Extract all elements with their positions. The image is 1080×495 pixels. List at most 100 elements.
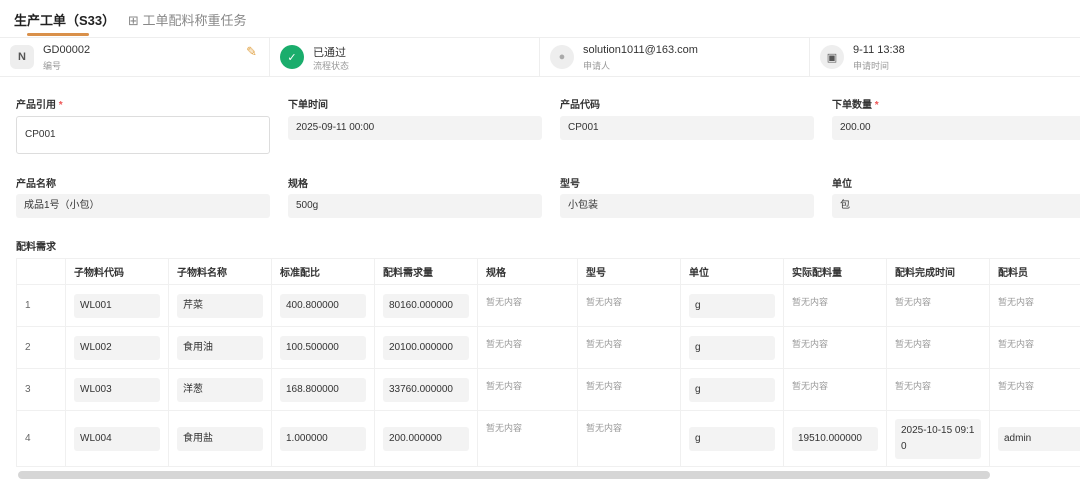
table-cell: 2025-10-15 09:10: [886, 410, 990, 467]
cell-value[interactable]: 400.800000: [280, 293, 366, 318]
cell-value[interactable]: 20100.000000: [383, 335, 469, 360]
check-icon: ✓: [280, 45, 304, 69]
table-cell: 暂无内容: [989, 284, 1080, 327]
table-cell: 400.800000: [271, 284, 375, 327]
table-cell: WL002: [65, 326, 169, 369]
table-cell: 暂无内容: [783, 284, 887, 327]
table-cell: 80160.000000: [374, 284, 478, 327]
cell-value[interactable]: 芹菜: [177, 293, 263, 318]
cell-value[interactable]: 洋葱: [177, 377, 263, 402]
info-code: N GD00002 编号 ✎: [0, 38, 270, 76]
table-cell: 100.500000: [271, 326, 375, 369]
table-cell: 暂无内容: [577, 326, 681, 369]
cell-value[interactable]: 168.800000: [280, 377, 366, 402]
cell-value[interactable]: 1.000000: [280, 426, 366, 451]
field-input[interactable]: 成品1号（小包）: [16, 194, 270, 218]
time-value: 9-11 13:38: [853, 44, 905, 56]
cell-value[interactable]: 200.000000: [383, 426, 469, 451]
cell-value[interactable]: 100.500000: [280, 335, 366, 360]
cell-value[interactable]: g: [689, 426, 775, 451]
table-cell: 暂无内容: [577, 284, 681, 327]
cell-value[interactable]: WL003: [74, 377, 160, 402]
cell-value[interactable]: admin: [998, 426, 1080, 451]
column-header: 型号: [577, 258, 681, 285]
table-cell: 暂无内容: [989, 326, 1080, 369]
cell-value[interactable]: 食用油: [177, 335, 263, 360]
tab-weighing-task[interactable]: ⊞ 工单配料称重任务: [128, 10, 247, 29]
tab-work-order[interactable]: 生产工单（S33）: [14, 10, 115, 29]
table-cell: 1.000000: [271, 410, 375, 467]
table-cell: g: [680, 368, 784, 411]
table-cell: 33760.000000: [374, 368, 478, 411]
field-input[interactable]: CP001: [560, 116, 814, 140]
column-header: 配料需求量: [374, 258, 478, 285]
table-cell: 暂无内容: [989, 368, 1080, 411]
table-cell: 暂无内容: [477, 284, 578, 327]
column-header: 单位: [680, 258, 784, 285]
ingredients-table: 子物料代码 子物料名称 标准配比 配料需求量 规格 型号 单位 实际配料量 配料完成时间 配料员 …: [16, 258, 1080, 467]
column-header: 配料完成时间: [886, 258, 990, 285]
field-input[interactable]: 200.00: [832, 116, 1080, 140]
cell-value[interactable]: 19510.000000: [792, 426, 878, 451]
label-text: 规格: [288, 179, 308, 190]
cell-value[interactable]: WL001: [74, 293, 160, 318]
table-cell: WL004: [65, 410, 169, 467]
cell-value[interactable]: 食用盐: [177, 426, 263, 451]
field-label: 规格: [288, 175, 308, 190]
table-cell: 168.800000: [271, 368, 375, 411]
table-cell: 暂无内容: [886, 326, 990, 369]
field-input[interactable]: 500g: [288, 194, 542, 218]
table-cell: 芹菜: [168, 284, 272, 327]
field-label: 下单时间: [288, 96, 328, 111]
applicant-label: 申请人: [583, 61, 611, 71]
table-cell: WL003: [65, 368, 169, 411]
horizontal-scrollbar[interactable]: [18, 471, 990, 479]
field-label: 下单数量 *: [832, 96, 879, 111]
column-header: 规格: [477, 258, 578, 285]
table-cell: 暂无内容: [886, 368, 990, 411]
column-header: 子物料名称: [168, 258, 272, 285]
cell-value[interactable]: g: [689, 377, 775, 402]
column-header: [16, 258, 66, 285]
info-status: ✓ 已通过 流程状态: [270, 38, 540, 76]
cell-value[interactable]: 33760.000000: [383, 377, 469, 402]
section-title: 配料需求: [16, 242, 56, 253]
table-cell: 19510.000000: [783, 410, 887, 467]
cell-value[interactable]: 80160.000000: [383, 293, 469, 318]
label-text: 单位: [832, 179, 852, 190]
info-applicant: ● solution1011@163.com 申请人: [540, 38, 810, 76]
label-text: 产品引用: [16, 100, 56, 111]
label-text: 下单数量: [832, 100, 872, 111]
table-cell: 暂无内容: [477, 410, 578, 467]
cell-value[interactable]: 2025-10-15 09:10: [895, 418, 981, 459]
cell-value[interactable]: g: [689, 293, 775, 318]
cell-value[interactable]: WL002: [74, 335, 160, 360]
field-input[interactable]: 小包装: [560, 194, 814, 218]
table-cell: g: [680, 410, 784, 467]
cell-value[interactable]: g: [689, 335, 775, 360]
cell-value[interactable]: WL004: [74, 426, 160, 451]
required-mark: *: [874, 100, 879, 111]
applicant-value: solution1011@163.com: [583, 44, 698, 56]
table-cell: 200.000000: [374, 410, 478, 467]
calendar-icon: ▣: [820, 45, 844, 69]
field-label: 产品引用 *: [16, 96, 63, 111]
table-cell: 暂无内容: [577, 368, 681, 411]
status-label: 流程状态: [313, 61, 350, 71]
column-header: 实际配料量: [783, 258, 887, 285]
table-cell: 暂无内容: [477, 326, 578, 369]
table-row: 4 WL004 食用盐 1.000000 200.000000 暂无内容 暂无内容 g 1951…: [16, 410, 1080, 467]
label-text: 产品名称: [16, 179, 56, 190]
info-time: ▣ 9-11 13:38 申请时间: [810, 38, 1080, 76]
label-text: 型号: [560, 179, 580, 190]
field-input[interactable]: 2025-09-11 00:00: [288, 116, 542, 140]
tab-label: 工单配料称重任务: [142, 13, 247, 28]
table-cell: 暂无内容: [783, 326, 887, 369]
time-label: 申请时间: [853, 61, 890, 71]
active-tab-indicator: [27, 33, 89, 36]
field-input[interactable]: 包: [832, 194, 1080, 218]
edit-icon[interactable]: ✎: [246, 44, 257, 60]
required-mark: *: [58, 100, 63, 111]
field-input[interactable]: CP001: [16, 116, 270, 154]
column-header: 子物料代码: [65, 258, 169, 285]
